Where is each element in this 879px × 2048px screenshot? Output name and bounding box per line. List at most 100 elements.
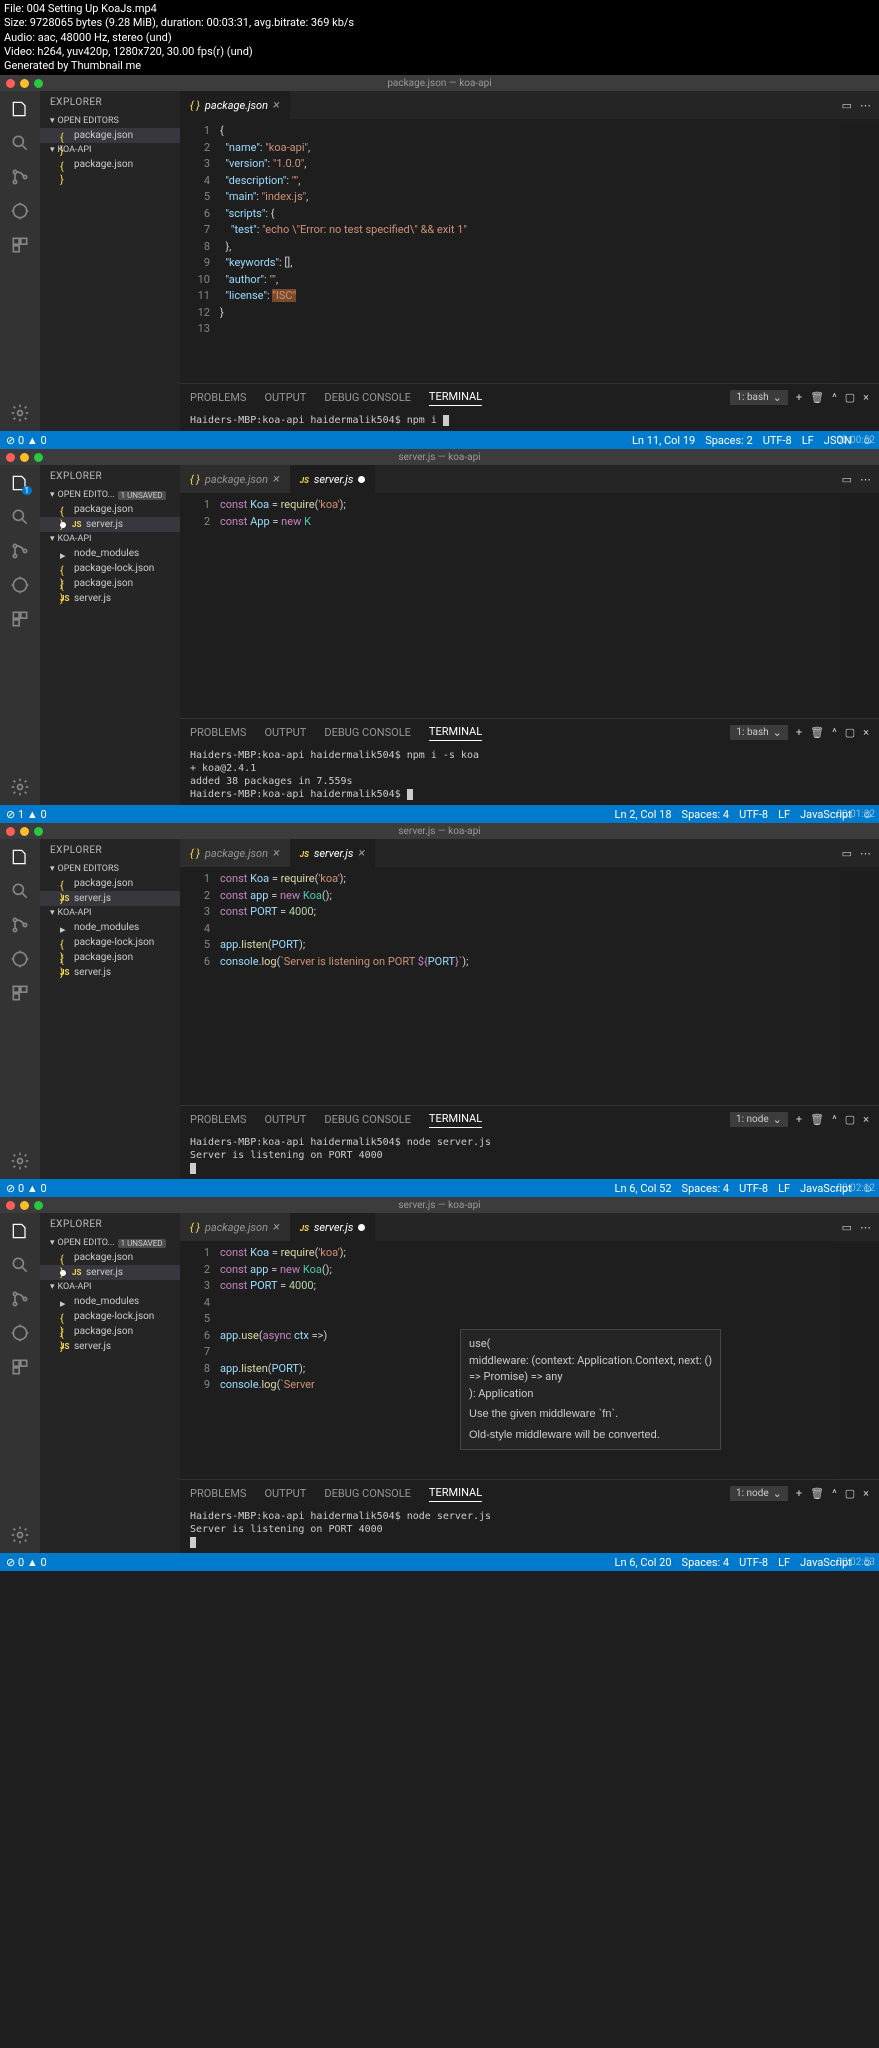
panel-tab-debug console[interactable]: DEBUG CONSOLE — [324, 1485, 411, 1502]
files-icon[interactable] — [10, 847, 30, 867]
close-panel-icon[interactable]: × — [863, 1113, 869, 1126]
search-icon[interactable] — [10, 507, 30, 527]
files-icon[interactable] — [10, 99, 30, 119]
code-area[interactable]: 12345678910111213 { "name": "koa-api", "… — [180, 119, 879, 383]
status-item[interactable]: LF — [778, 1182, 790, 1195]
file-tree-item[interactable]: { }package.json — [40, 1324, 180, 1339]
panel-tab-problems[interactable]: PROBLEMS — [190, 1485, 246, 1502]
terminal-selector[interactable]: 1: node ⌄ — [730, 1112, 788, 1127]
project-header[interactable]: KOA-API — [40, 532, 180, 546]
git-icon[interactable] — [10, 1289, 30, 1309]
close-icon[interactable]: × — [273, 98, 280, 113]
file-tree-item[interactable]: { }package-lock.json — [40, 1309, 180, 1324]
git-icon[interactable] — [10, 541, 30, 561]
close-icon[interactable]: × — [273, 1220, 280, 1235]
kill-terminal-icon[interactable]: 🗑 — [810, 1113, 824, 1126]
code-lines[interactable]: const Koa = require('koa'); const app = … — [220, 871, 839, 1105]
split-editor-icon[interactable]: ▭ — [842, 1221, 852, 1234]
status-item[interactable]: LF — [778, 808, 790, 821]
status-item[interactable]: Spaces: 4 — [682, 1182, 730, 1195]
panel-tab-output[interactable]: OUTPUT — [264, 1485, 306, 1502]
problems-indicator[interactable]: ⊘ 0 ▲ 0 — [6, 1182, 47, 1195]
panel-tab-debug console[interactable]: DEBUG CONSOLE — [324, 1111, 411, 1128]
open-editors-header[interactable]: OPEN EDITO... 1 UNSAVED — [40, 1236, 180, 1250]
terminal-selector[interactable]: 1: node ⌄ — [730, 1486, 788, 1501]
project-header[interactable]: KOA-API — [40, 143, 180, 157]
panel-tab-terminal[interactable]: TERMINAL — [429, 388, 482, 406]
close-window-icon[interactable] — [6, 453, 15, 462]
panel-tab-output[interactable]: OUTPUT — [264, 1111, 306, 1128]
terminal-selector[interactable]: 1: bash ⌄ — [730, 725, 787, 740]
status-item[interactable]: Spaces: 4 — [682, 808, 730, 821]
gear-icon[interactable] — [10, 403, 30, 423]
terminal-output[interactable]: Haiders-MBP:koa-api haidermalik504$ node… — [180, 1132, 879, 1179]
problems-indicator[interactable]: ⊘ 0 ▲ 0 — [6, 1556, 47, 1569]
status-item[interactable]: Ln 2, Col 18 — [615, 808, 672, 821]
debug-icon[interactable] — [10, 201, 30, 221]
kill-terminal-icon[interactable]: 🗑 — [810, 726, 824, 739]
code-area[interactable]: 123456 const Koa = require('koa'); const… — [180, 867, 879, 1105]
git-icon[interactable] — [10, 167, 30, 187]
gear-icon[interactable] — [10, 1525, 30, 1545]
status-item[interactable]: LF — [802, 434, 814, 447]
minimap[interactable] — [839, 123, 879, 383]
tab-server.js[interactable]: JSserver.js — [290, 465, 376, 493]
terminal-output[interactable]: Haiders-MBP:koa-api haidermalik504$ npm … — [180, 410, 879, 431]
chevron-up-icon[interactable]: ^ — [832, 1113, 837, 1126]
kill-terminal-icon[interactable]: 🗑 — [810, 1487, 824, 1500]
file-tree-item[interactable]: ▸node_modules — [40, 1294, 180, 1309]
tab-package.json[interactable]: { }package.json× — [180, 91, 290, 119]
status-item[interactable]: UTF-8 — [739, 1556, 768, 1569]
terminal-selector[interactable]: 1: bash ⌄ — [730, 390, 787, 405]
maximize-window-icon[interactable] — [34, 453, 43, 462]
close-panel-icon[interactable]: × — [863, 726, 869, 739]
search-icon[interactable] — [10, 133, 30, 153]
files-icon[interactable]: 1 — [10, 473, 30, 493]
close-window-icon[interactable] — [6, 827, 15, 836]
minimap[interactable] — [839, 1245, 879, 1479]
panel-tab-debug console[interactable]: DEBUG CONSOLE — [324, 389, 411, 406]
new-terminal-icon[interactable]: + — [796, 1113, 802, 1126]
extensions-icon[interactable] — [10, 1357, 30, 1377]
maximize-window-icon[interactable] — [34, 1201, 43, 1210]
terminal-output[interactable]: Haiders-MBP:koa-api haidermalik504$ node… — [180, 1506, 879, 1553]
debug-icon[interactable] — [10, 1323, 30, 1343]
status-item[interactable]: UTF-8 — [763, 434, 792, 447]
status-item[interactable]: Ln 11, Col 19 — [632, 434, 695, 447]
panel-tab-terminal[interactable]: TERMINAL — [429, 1110, 482, 1128]
open-editor-item[interactable]: { }package.json — [40, 502, 180, 517]
open-editors-header[interactable]: OPEN EDITORS — [40, 862, 180, 876]
tab-package.json[interactable]: { }package.json× — [180, 465, 290, 493]
panel-tab-output[interactable]: OUTPUT — [264, 724, 306, 741]
minimize-window-icon[interactable] — [20, 79, 29, 88]
chevron-up-icon[interactable]: ^ — [832, 1487, 837, 1500]
code-area[interactable]: 12 const Koa = require('koa'); const App… — [180, 493, 879, 718]
tab-server.js[interactable]: JSserver.js× — [290, 839, 375, 867]
open-editors-header[interactable]: OPEN EDITORS — [40, 114, 180, 128]
kill-terminal-icon[interactable]: 🗑 — [810, 391, 824, 404]
extensions-icon[interactable] — [10, 609, 30, 629]
maximize-window-icon[interactable] — [34, 79, 43, 88]
new-terminal-icon[interactable]: + — [796, 391, 802, 404]
open-editors-header[interactable]: OPEN EDITO... 1 UNSAVED — [40, 488, 180, 502]
close-icon[interactable]: × — [358, 846, 365, 861]
split-editor-icon[interactable]: ▭ — [842, 473, 852, 486]
status-item[interactable]: Spaces: 4 — [682, 1556, 730, 1569]
close-window-icon[interactable] — [6, 1201, 15, 1210]
minimap[interactable] — [839, 497, 879, 718]
status-item[interactable]: Ln 6, Col 20 — [615, 1556, 672, 1569]
close-panel-icon[interactable]: × — [863, 391, 869, 404]
panel-tab-problems[interactable]: PROBLEMS — [190, 1111, 246, 1128]
problems-indicator[interactable]: ⊘ 1 ▲ 0 — [6, 808, 47, 821]
status-item[interactable]: LF — [778, 1556, 790, 1569]
status-item[interactable]: UTF-8 — [739, 1182, 768, 1195]
minimap[interactable] — [839, 871, 879, 1105]
file-tree-item[interactable]: ▸node_modules — [40, 546, 180, 561]
debug-icon[interactable] — [10, 949, 30, 969]
tab-package.json[interactable]: { }package.json× — [180, 839, 290, 867]
extensions-icon[interactable] — [10, 235, 30, 255]
more-icon[interactable]: ⋯ — [860, 847, 871, 860]
tab-package.json[interactable]: { }package.json× — [180, 1213, 290, 1241]
files-icon[interactable] — [10, 1221, 30, 1241]
file-tree-item[interactable]: { }package.json — [40, 157, 180, 172]
